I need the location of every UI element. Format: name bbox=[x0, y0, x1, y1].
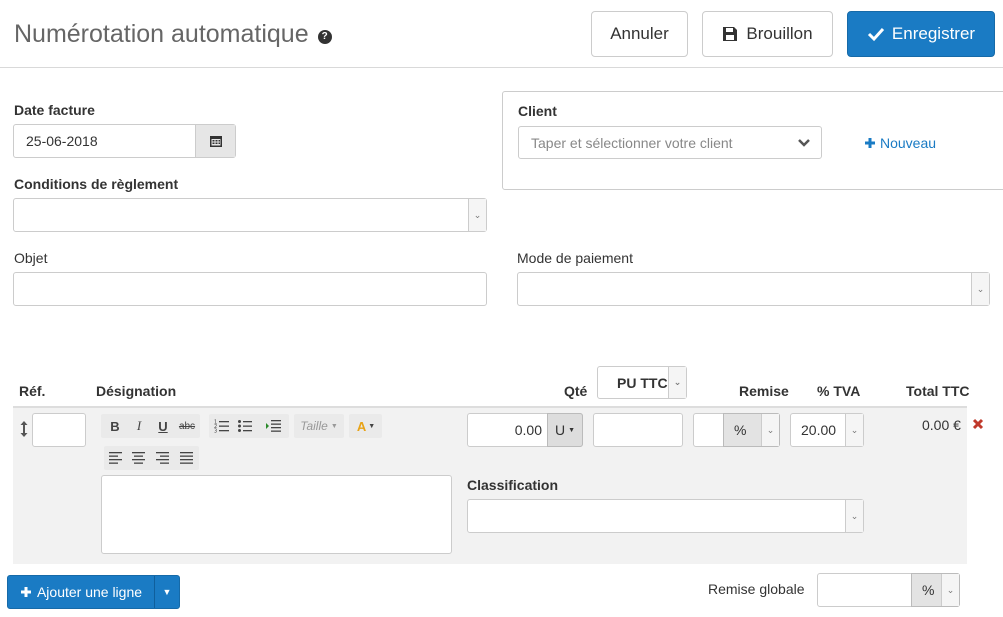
add-line-label: Ajouter une ligne bbox=[36, 584, 143, 600]
chevron-down-icon: ⌄ bbox=[761, 414, 779, 446]
date-value: 25-06-2018 bbox=[26, 133, 98, 149]
unit-value: U bbox=[554, 422, 566, 438]
strike-button[interactable]: abc bbox=[177, 415, 197, 437]
text-color-button[interactable]: A ▼ bbox=[352, 415, 380, 437]
payment-label: Mode de paiement bbox=[517, 250, 633, 266]
col-designation: Désignation bbox=[96, 383, 177, 399]
ordered-list-icon[interactable]: 123 bbox=[214, 419, 229, 433]
payment-select[interactable]: ⌄ bbox=[517, 272, 990, 306]
text-color-label: A bbox=[356, 418, 367, 434]
align-right-icon[interactable] bbox=[156, 451, 169, 464]
client-select[interactable]: Taper et sélectionner votre client bbox=[518, 126, 822, 159]
discount-unit-select[interactable]: % ⌄ bbox=[723, 413, 780, 447]
chevron-down-icon: ⌄ bbox=[468, 199, 486, 231]
price-input[interactable] bbox=[593, 413, 683, 447]
svg-text:3: 3 bbox=[214, 429, 217, 434]
chevron-down-icon: ⌄ bbox=[971, 273, 989, 305]
discount-unit-value: % bbox=[734, 422, 747, 438]
plus-icon bbox=[20, 587, 31, 597]
row-total: 0.00 € bbox=[922, 417, 961, 433]
ref-input[interactable] bbox=[32, 413, 86, 447]
col-vat: % TVA bbox=[817, 383, 861, 399]
object-input[interactable] bbox=[13, 272, 487, 306]
italic-button[interactable]: I bbox=[130, 415, 148, 437]
chevron-down-icon bbox=[798, 139, 810, 147]
indent-icon[interactable] bbox=[266, 419, 281, 433]
col-discount: Remise bbox=[739, 383, 789, 399]
chevron-down-icon: ▼ bbox=[330, 422, 338, 430]
object-label: Objet bbox=[14, 250, 48, 266]
classification-select[interactable]: ⌄ bbox=[467, 499, 864, 533]
font-size-dropdown[interactable]: Taille ▼ bbox=[296, 415, 342, 437]
col-qty: Qté bbox=[564, 383, 588, 399]
unit-dropdown[interactable]: U ▼ bbox=[547, 413, 583, 447]
client-label: Client bbox=[518, 103, 557, 119]
save-button-label: Enregistrer bbox=[891, 24, 976, 43]
date-label: Date facture bbox=[14, 102, 95, 118]
help-icon[interactable]: ? bbox=[317, 29, 332, 44]
col-ref: Réf. bbox=[19, 383, 46, 399]
date-input[interactable]: 25-06-2018 bbox=[13, 124, 236, 158]
save-button[interactable]: Enregistrer bbox=[847, 11, 995, 57]
chevron-down-icon: ▼ bbox=[162, 587, 172, 597]
col-pu: PU TTC bbox=[617, 374, 668, 391]
client-placeholder: Taper et sélectionner votre client bbox=[531, 134, 733, 151]
conditions-label: Conditions de règlement bbox=[14, 176, 179, 192]
classification-label: Classification bbox=[467, 477, 559, 493]
global-discount-unit-value: % bbox=[922, 582, 935, 598]
page-title-text: Numérotation automatique bbox=[14, 20, 309, 48]
qty-value: 0.00 bbox=[514, 422, 542, 438]
plus-icon bbox=[865, 138, 875, 148]
header-divider bbox=[0, 67, 1003, 68]
vat-select[interactable]: 20.00 ⌄ bbox=[790, 413, 864, 447]
chevron-down-icon: ▼ bbox=[368, 422, 376, 430]
price-type-select[interactable]: PU TTC ⌄ bbox=[597, 366, 687, 399]
font-size-label: Taille bbox=[300, 419, 328, 433]
close-icon[interactable] bbox=[972, 418, 984, 430]
conditions-select[interactable]: ⌄ bbox=[13, 198, 487, 232]
chevron-down-icon: ⌄ bbox=[845, 500, 863, 532]
vat-value: 20.00 bbox=[801, 422, 837, 438]
cancel-button[interactable]: Annuler bbox=[591, 11, 688, 57]
draft-button[interactable]: Brouillon bbox=[702, 11, 833, 57]
draft-button-label: Brouillon bbox=[746, 24, 813, 43]
bold-button[interactable]: B bbox=[106, 415, 124, 437]
add-line-dropdown[interactable]: ▼ bbox=[155, 576, 179, 608]
calendar-icon bbox=[209, 136, 222, 147]
chevron-down-icon: ⌄ bbox=[845, 414, 863, 446]
move-vertical-icon[interactable] bbox=[19, 420, 29, 438]
align-center-icon[interactable] bbox=[132, 451, 145, 464]
global-discount-label: Remise globale bbox=[708, 581, 805, 597]
global-discount-unit-select[interactable]: % ⌄ bbox=[911, 573, 960, 607]
chevron-down-icon: ▼ bbox=[568, 426, 576, 434]
chevron-down-icon: ⌄ bbox=[941, 574, 959, 606]
calendar-button[interactable] bbox=[195, 125, 235, 157]
check-icon bbox=[867, 27, 885, 42]
chevron-down-icon: ⌄ bbox=[668, 367, 686, 398]
new-client-link[interactable]: Nouveau bbox=[864, 135, 936, 151]
designation-editor[interactable] bbox=[101, 475, 452, 554]
cancel-button-label: Annuler bbox=[610, 24, 669, 43]
new-client-label: Nouveau bbox=[880, 135, 937, 151]
align-left-icon[interactable] bbox=[109, 451, 122, 464]
align-justify-icon[interactable] bbox=[180, 451, 193, 464]
page-title: Numérotation automatique ? bbox=[14, 20, 332, 49]
floppy-icon bbox=[723, 27, 738, 41]
underline-button[interactable]: U bbox=[154, 415, 172, 437]
col-total: Total TTC bbox=[906, 383, 970, 399]
bullet-list-icon[interactable] bbox=[238, 419, 252, 433]
add-line-button[interactable]: Ajouter une ligne bbox=[8, 576, 155, 608]
add-line-button-group: Ajouter une ligne ▼ bbox=[7, 575, 180, 609]
